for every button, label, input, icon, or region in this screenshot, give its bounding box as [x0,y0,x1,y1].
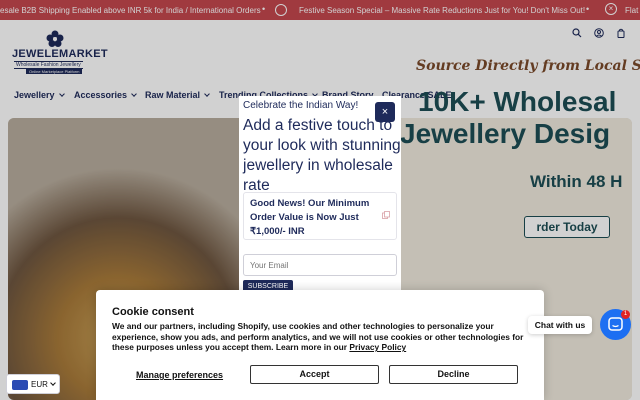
cookie-banner: Cookie consent We and our partners, incl… [96,290,544,400]
currency-code: EUR [31,380,48,389]
privacy-policy-link[interactable]: Privacy Policy [349,342,406,352]
newsletter-popup: Celebrate the Indian Way! × Add a festiv… [239,96,401,296]
accept-button[interactable]: Accept [250,365,379,384]
chat-icon [608,317,623,331]
manage-preferences-link[interactable]: Manage preferences [136,370,223,380]
chat-unread-badge: 1 [621,310,630,319]
popup-heading: Celebrate the Indian Way! [243,100,359,111]
cookie-body: We and our partners, including Shopify, … [112,321,532,353]
popup-title: Add a festive touch to your look with st… [243,117,401,194]
cookie-body-text: We and our partners, including Shopify, … [112,321,524,353]
offer-text: Good News! Our Minimum Order Value is No… [250,198,370,237]
copy-icon[interactable] [382,211,390,219]
eu-flag-icon [12,380,28,390]
chat-label[interactable]: Chat with us [528,316,592,334]
decline-button[interactable]: Decline [389,365,518,384]
offer-box: Good News! Our Minimum Order Value is No… [243,192,397,240]
chevron-down-icon [50,380,56,386]
email-input[interactable] [243,254,397,276]
cookie-title: Cookie consent [112,306,194,318]
currency-selector[interactable]: EUR [6,374,60,394]
